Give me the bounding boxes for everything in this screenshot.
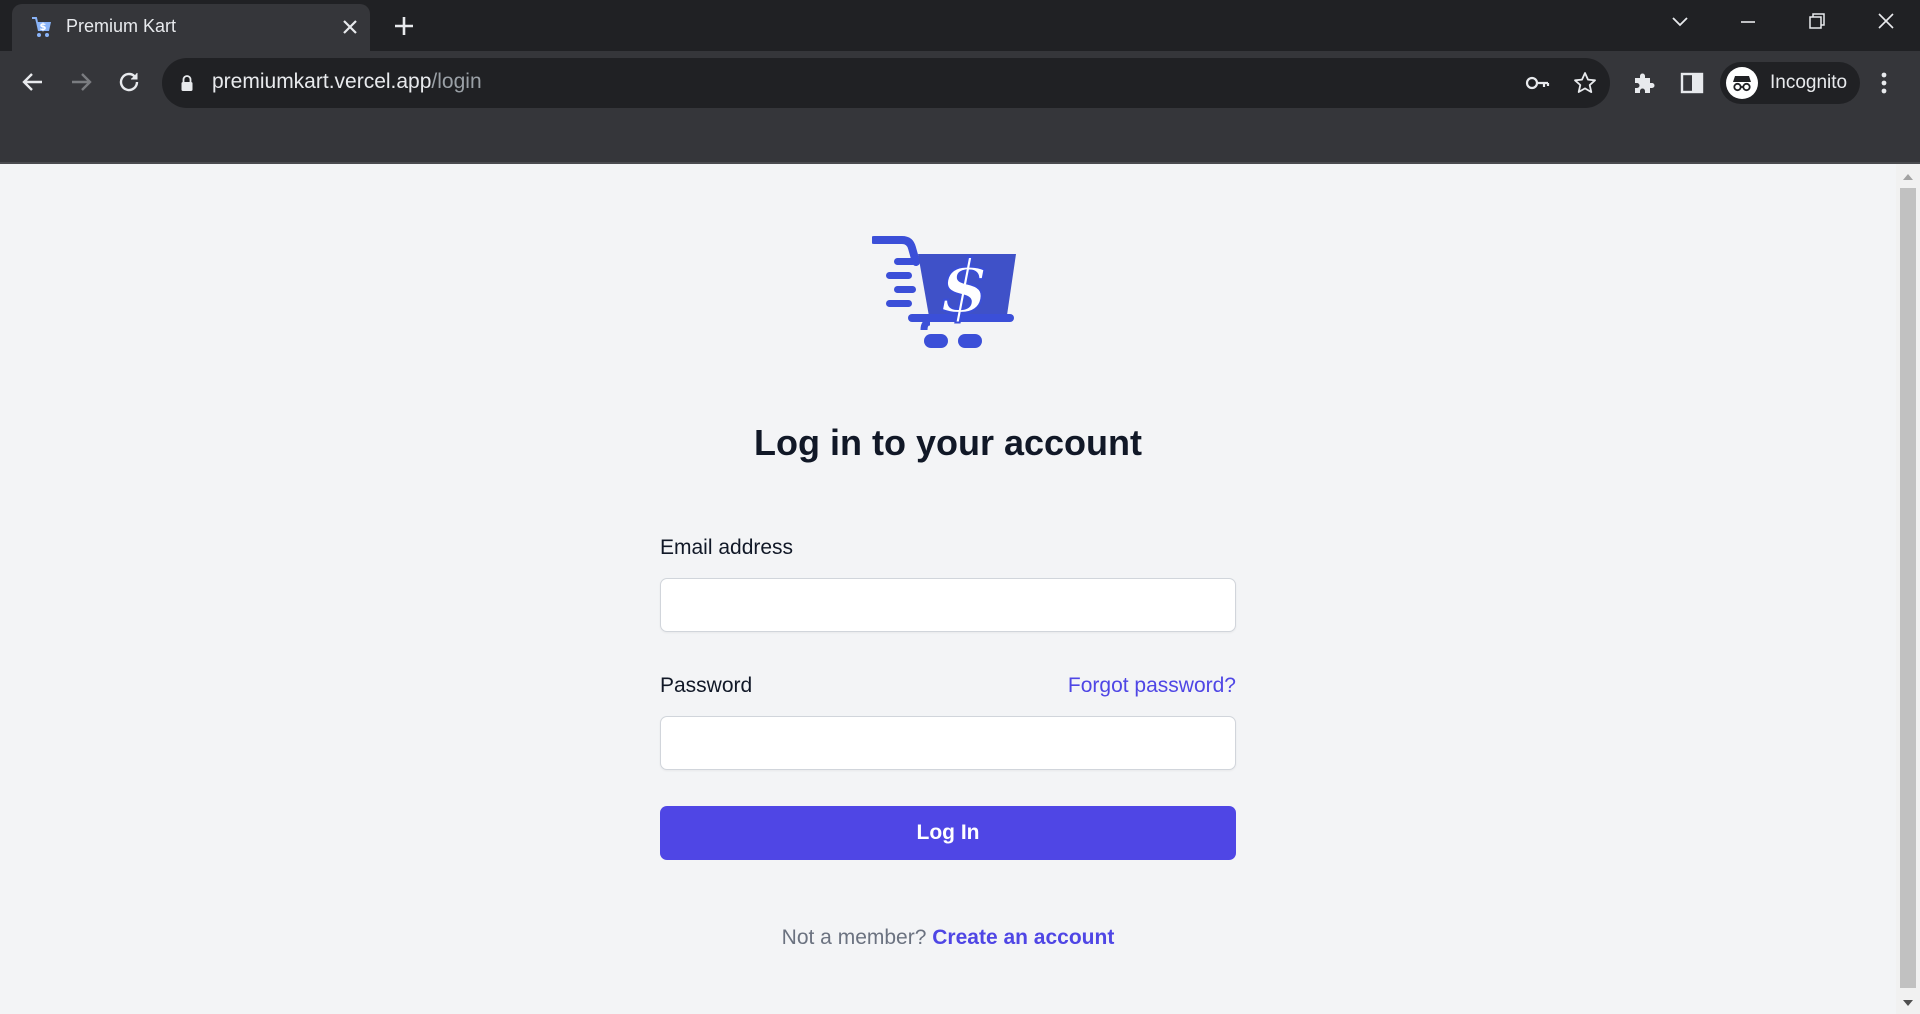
browser-chrome: $ Premium Kart premiumkart.vercel.app/lo… [0, 0, 1920, 164]
login-page: $ Log in to your account Email address P… [0, 164, 1896, 1014]
email-field[interactable] [660, 578, 1236, 632]
create-account-link[interactable]: Create an account [932, 926, 1114, 949]
arrow-left-icon [22, 73, 42, 91]
scroll-down-arrow-icon[interactable] [1902, 998, 1914, 1008]
tab-premium-kart[interactable]: $ Premium Kart [12, 4, 370, 51]
reload-icon [119, 72, 139, 92]
side-panel-icon[interactable] [1678, 69, 1706, 97]
scrollbar-thumb[interactable] [1900, 188, 1916, 988]
tab-search-chevron-icon[interactable] [1660, 8, 1700, 36]
minimize-icon[interactable] [1728, 8, 1768, 36]
new-tab-icon[interactable] [390, 12, 418, 40]
svg-text:$: $ [40, 22, 47, 33]
arrow-right-icon [72, 73, 92, 91]
signup-prompt: Not a member? Create an account [0, 926, 1896, 950]
premium-kart-logo: $ [872, 236, 1016, 348]
back-button[interactable] [15, 64, 51, 100]
close-window-icon[interactable] [1866, 8, 1906, 36]
forgot-password-link[interactable]: Forgot password? [1068, 674, 1236, 698]
email-label: Email address [660, 536, 794, 559]
lock-icon[interactable] [180, 74, 194, 92]
scroll-up-arrow-icon[interactable] [1902, 172, 1914, 182]
url-text[interactable]: premiumkart.vercel.app/login [212, 70, 482, 94]
tab-strip: $ Premium Kart [0, 0, 1920, 51]
password-field[interactable] [660, 716, 1236, 770]
puzzle-icon[interactable] [1630, 69, 1658, 97]
password-label: Password [660, 674, 753, 697]
page-scrollbar[interactable] [1896, 164, 1920, 1014]
page-title: Log in to your account [754, 422, 1142, 463]
incognito-label: Incognito [1770, 72, 1848, 93]
incognito-profile-button[interactable]: Incognito [1720, 62, 1860, 104]
forward-button[interactable] [63, 64, 99, 100]
url-host: premiumkart.vercel.app [212, 70, 432, 93]
svg-text:$: $ [939, 244, 989, 329]
shopping-cart-favicon-icon: $ [32, 17, 51, 37]
kebab-menu-icon[interactable] [1872, 68, 1896, 98]
close-tab-icon[interactable] [338, 15, 362, 39]
url-path: /login [431, 70, 482, 93]
login-button[interactable]: Log In [660, 806, 1236, 860]
incognito-icon [1726, 67, 1758, 99]
tab-title: Premium Kart [66, 16, 177, 36]
member-prompt-text: Not a member? [781, 926, 927, 949]
reload-button[interactable] [111, 64, 147, 100]
address-bar[interactable]: premiumkart.vercel.app/login [162, 58, 1610, 108]
restore-icon[interactable] [1796, 8, 1836, 36]
star-icon[interactable] [1572, 70, 1598, 96]
key-icon[interactable] [1524, 70, 1550, 96]
